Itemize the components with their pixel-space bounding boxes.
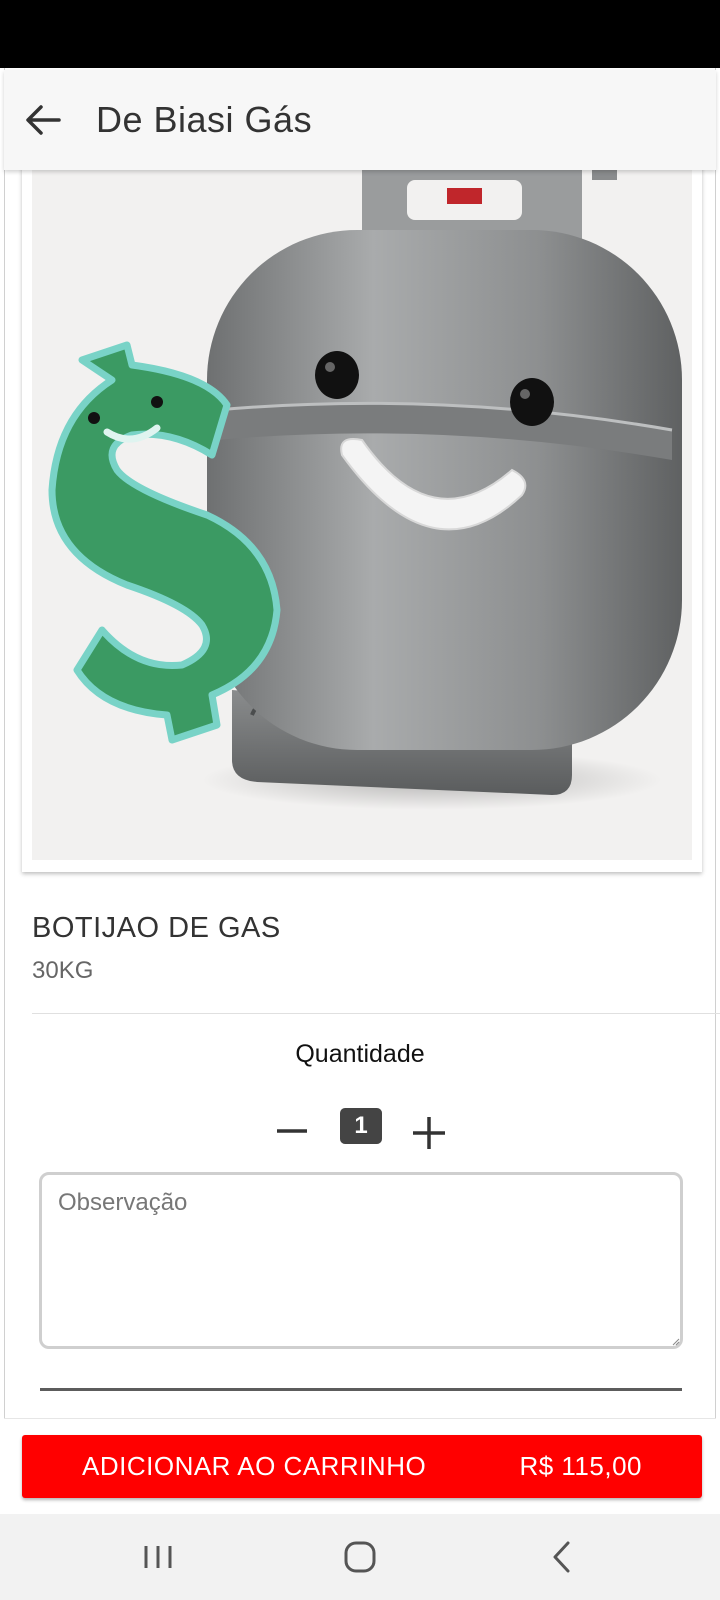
app-title: De Biasi Gás	[96, 99, 313, 140]
observation-field[interactable]	[39, 1172, 683, 1349]
add-to-cart-label: ADICIONAR AO CARRINHO	[82, 1451, 427, 1481]
cart-price: R$ 115,00	[519, 1451, 642, 1481]
home-button[interactable]	[330, 1532, 390, 1582]
gas-cylinder-illustration	[48, 170, 682, 810]
decrease-quantity-button[interactable]	[270, 1104, 314, 1154]
product-image	[32, 170, 692, 860]
quantity-value: 1	[340, 1108, 382, 1144]
back-button[interactable]	[8, 85, 78, 155]
input-underline	[40, 1388, 682, 1391]
recents-button[interactable]	[128, 1532, 188, 1582]
plus-icon	[413, 1117, 445, 1149]
quantity-stepper: 1	[0, 1104, 720, 1164]
product-name: BOTIJAO DE GAS	[32, 912, 281, 944]
quantity-label: Quantidade	[295, 1040, 425, 1068]
add-to-cart-button[interactable]: ADICIONAR AO CARRINHO R$ 115,00	[22, 1435, 702, 1498]
minus-icon	[277, 1129, 307, 1133]
system-nav-bar	[0, 1514, 720, 1600]
chevron-left-icon	[553, 1541, 570, 1573]
recents-icon	[144, 1546, 172, 1568]
product-weight: 30KG	[32, 957, 94, 984]
resize-grip-icon	[672, 1338, 680, 1346]
status-bar	[0, 0, 720, 68]
app-bar: De Biasi Gás	[4, 70, 716, 170]
arrow-left-icon	[26, 105, 61, 135]
product-card	[22, 140, 702, 872]
nav-back-button[interactable]	[532, 1532, 592, 1582]
divider	[32, 1013, 720, 1014]
home-icon	[344, 1541, 376, 1573]
increase-quantity-button[interactable]	[406, 1106, 452, 1156]
